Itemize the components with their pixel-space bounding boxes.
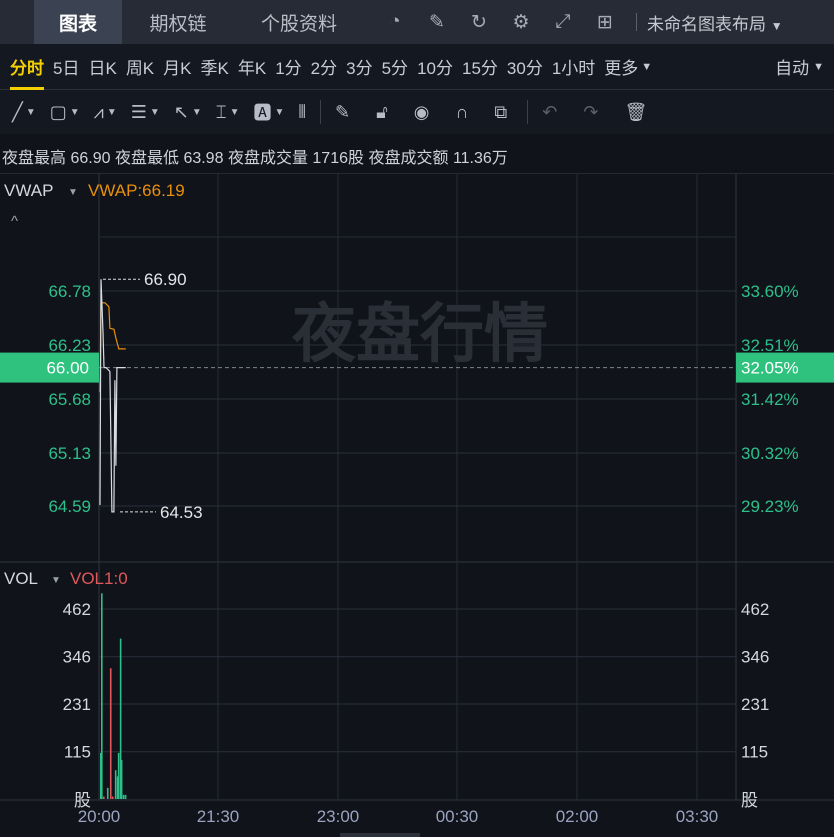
volume-tick-label-right: 231 [741,695,769,714]
volume-bar [106,787,109,799]
percent-tick-label: 32.51% [741,336,799,355]
volume-bar [100,593,103,799]
watermark: 夜盘行情 [291,298,548,370]
x-tick-label: 23:00 [317,807,360,826]
percent-tick-label: 29.23% [741,497,799,516]
x-tick-label: 21:30 [197,807,240,826]
volume-bar [102,796,105,799]
vwap-indicator-name[interactable]: VWAP [4,181,53,200]
x-tick-label: 03:30 [676,807,719,826]
chart-area[interactable]: 20:00 21:30 23:00 00:30 02:00 03:3066.78 33.60… [0,0,834,837]
x-tick-label: 02:00 [556,807,599,826]
current-price: 66.00 [46,359,89,378]
percent-tick-label: 33.60% [741,282,799,301]
current-pct: 32.05% [741,359,799,378]
volume-bar [122,794,125,799]
caret-down-icon[interactable]: ▼ [51,575,61,586]
price-tick-label: 64.59 [48,497,91,516]
price-line [99,279,126,513]
volume-bar [124,794,127,799]
collapse-icon[interactable]: ^ [11,213,18,230]
volume-bar [114,770,117,799]
volume-bar [111,796,114,799]
max-price-label: 66.90 [144,270,187,289]
volume-tick-label-right: 462 [741,600,769,619]
scrollbar [340,833,420,837]
volume-tick-label: 462 [63,600,91,619]
price-tick-label: 65.68 [48,390,91,409]
vol1-value: VOL1:0 [70,569,128,588]
volume-tick-label: 346 [63,648,91,667]
volume-tick-label: 231 [63,695,91,714]
percent-tick-label: 31.42% [741,390,799,409]
volume-unit: 股 [74,791,91,810]
x-tick-label: 00:30 [436,807,479,826]
price-tick-label: 66.78 [48,282,91,301]
volume-bar [117,752,120,799]
caret-down-icon[interactable]: ▼ [68,187,78,198]
volume-bar [109,668,112,799]
volume-tick-label-right: 346 [741,648,769,667]
price-tick-label: 66.23 [48,336,91,355]
volume-tick-label: 115 [64,743,91,762]
vol-indicator-name[interactable]: VOL [4,569,38,588]
price-tick-label: 65.13 [48,444,91,463]
min-price-label: 64.53 [160,503,203,522]
volume-unit-right: 股 [741,791,758,810]
vwap-value: VWAP:66.19 [88,181,185,200]
volume-bar [120,759,123,799]
volume-tick-label-right: 115 [741,743,768,762]
percent-tick-label: 30.32% [741,444,799,463]
